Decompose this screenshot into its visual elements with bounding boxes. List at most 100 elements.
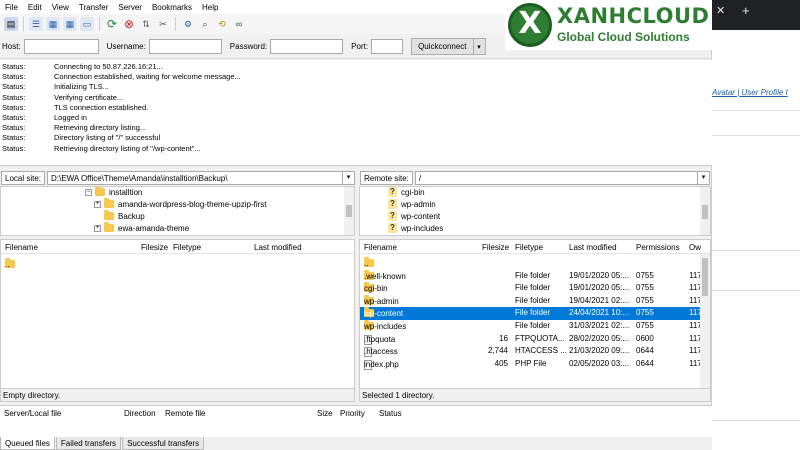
col-server-local-file[interactable]: Server/Local file [4, 409, 61, 418]
col-filesize[interactable]: Filesize [482, 243, 509, 252]
remote-file-row[interactable]: .well-known File folder 19/01/2020 05:... 0… [360, 269, 710, 283]
compare-icon[interactable]: ⟲ [215, 17, 229, 31]
collapse-icon[interactable]: − [85, 188, 92, 196]
remote-tree-node[interactable]: ? wp-includes [388, 222, 443, 234]
col-priority[interactable]: Priority [340, 409, 365, 418]
menu-file[interactable]: File [0, 3, 23, 12]
remote-tree-node[interactable]: ? wp-content [388, 210, 440, 222]
scrollbar-thumb[interactable] [702, 205, 708, 219]
scrollbar-thumb[interactable] [346, 205, 352, 217]
local-site-bar: Local site: D:\EWA Office\Theme\Amanda\i… [1, 170, 355, 185]
local-tree-label: installtion [109, 187, 143, 197]
remote-file-size: 2,744 [487, 346, 508, 356]
remote-tree-scrollbar[interactable] [700, 187, 710, 235]
col-permissions[interactable]: Permissions [636, 243, 680, 252]
process-queue-icon[interactable]: ⇅ [139, 17, 153, 31]
remote-tree-label: wp-admin [401, 199, 436, 209]
disconnect-icon[interactable]: ✂ [156, 17, 170, 31]
remote-path-input[interactable]: / [414, 170, 698, 185]
toggle-remote-tree-icon[interactable]: ▦ [63, 17, 77, 31]
scrollbar-thumb[interactable] [702, 258, 708, 296]
menu-edit[interactable]: Edit [23, 3, 47, 12]
col-size[interactable]: Size [317, 409, 333, 418]
filter-icon[interactable]: ⚙ [181, 17, 195, 31]
remote-list-scrollbar[interactable] [700, 254, 710, 388]
refresh-icon[interactable]: ⟳ [105, 17, 119, 31]
unknown-folder-icon: ? [388, 211, 397, 221]
username-input[interactable] [148, 39, 222, 54]
expand-icon[interactable]: + [94, 200, 101, 208]
remote-tree-node[interactable]: ? wp-admin [388, 198, 436, 210]
log-row: Status: Logged in [2, 113, 710, 123]
divider [712, 250, 800, 251]
remote-tree-label: cgi-bin [401, 187, 425, 197]
log-kind: Status: [2, 92, 26, 102]
remote-file-row[interactable]: index.php 405 PHP File 02/05/2020 03:... 064… [360, 358, 710, 371]
remote-file-row[interactable]: wp-includes File folder 31/03/2021 02:... 0… [360, 320, 710, 333]
local-tree-scrollbar[interactable] [344, 187, 354, 235]
col-direction[interactable]: Direction [124, 409, 156, 418]
remote-file-label: wp-content [364, 309, 404, 319]
remote-file-row[interactable]: wp-admin File folder 19/04/2021 02:... 0755… [360, 294, 710, 308]
log-kind: Status: [2, 123, 26, 133]
menu-bookmarks[interactable]: Bookmarks [147, 3, 197, 12]
port-input[interactable] [371, 39, 404, 54]
remote-file-perm: 0644 [636, 346, 654, 356]
port-label: Port: [351, 42, 369, 51]
local-tree-node[interactable]: Backup [104, 210, 145, 222]
col-filetype[interactable]: Filetype [515, 243, 543, 252]
remote-file-row[interactable]: wp-content File folder 24/04/2021 10:... 07… [360, 307, 710, 320]
toggle-log-icon[interactable]: ☰ [29, 17, 43, 31]
col-owner[interactable]: Ow [689, 243, 701, 252]
site-manager-icon[interactable]: ▤ [4, 17, 18, 31]
local-path-input[interactable]: D:\EWA Office\Theme\Amanda\installtion\B… [47, 170, 343, 185]
remote-tree-node[interactable]: ? cgi-bin [388, 187, 425, 198]
local-path-dropdown-icon[interactable]: ▾ [343, 170, 355, 185]
tab-failed-transfers[interactable]: Failed transfers [55, 437, 122, 450]
local-tree-node[interactable]: + amanda-wordpress-blog-theme-upzip-first [94, 198, 267, 210]
binoculars-icon[interactable]: ∞ [232, 17, 246, 31]
menu-help[interactable]: Help [197, 3, 223, 12]
menu-server[interactable]: Server [113, 3, 147, 12]
menu-view[interactable]: View [47, 3, 74, 12]
toggle-queue-icon[interactable]: ▭ [80, 17, 94, 31]
local-file-row[interactable]: .. [1, 258, 354, 271]
log-row: Status: Directory listing of "/" successf… [2, 133, 710, 143]
toggle-local-tree-icon[interactable]: ▦ [46, 17, 60, 31]
password-input[interactable] [270, 39, 344, 54]
local-tree-node[interactable]: − installtion [85, 187, 143, 198]
divider [712, 110, 800, 111]
quickconnect-button[interactable]: Quickconnect [411, 38, 474, 55]
col-remote-file[interactable]: Remote file [165, 409, 205, 418]
tab-queued-files[interactable]: Queued files [0, 437, 55, 450]
search-remote-icon[interactable]: ⌕ [198, 17, 212, 31]
local-list-header: Filename Filesize Filetype Last modified [1, 240, 354, 254]
remote-file-row[interactable]: cgi-bin File folder 19/01/2020 05:... 0755 1… [360, 282, 710, 295]
col-filename[interactable]: Filename [5, 243, 38, 252]
remote-file-row[interactable]: .ftpquota 16 FTPQUOTA... 28/02/2020 05:... 0… [360, 333, 710, 346]
host-input[interactable] [23, 39, 99, 54]
remote-file-modified: 19/01/2020 05:... [569, 270, 630, 280]
menu-transfer[interactable]: Transfer [74, 3, 114, 12]
quickconnect-dropdown-icon[interactable]: ▾ [473, 38, 486, 55]
new-tab-icon[interactable]: + [742, 3, 750, 18]
close-tab-icon[interactable]: ✕ [716, 4, 725, 17]
tab-successful-transfers[interactable]: Successful transfers [122, 437, 205, 450]
col-filetype[interactable]: Filetype [173, 243, 201, 252]
col-status[interactable]: Status [379, 409, 402, 418]
remote-file-row[interactable]: .. [360, 257, 710, 270]
col-filename[interactable]: Filename [364, 243, 397, 252]
remote-path-dropdown-icon[interactable]: ▾ [698, 170, 710, 185]
log-text: Logged in [54, 112, 87, 122]
user-profile-link[interactable]: Avatar | User Profile I [712, 88, 800, 97]
remote-file-row[interactable]: .htaccess 2,744 HTACCESS ... 21/03/2020 09:… [360, 345, 710, 358]
remote-file-label: cgi-bin [364, 284, 388, 294]
col-last-modified[interactable]: Last modified [254, 243, 302, 252]
local-tree-node[interactable]: + ewa-amanda-theme [94, 222, 189, 234]
remote-file-label: .htaccess [364, 347, 398, 357]
expand-icon[interactable]: + [94, 224, 101, 232]
remote-file-perm: 0644 [636, 358, 654, 368]
col-filesize[interactable]: Filesize [141, 243, 168, 252]
col-last-modified[interactable]: Last modified [569, 243, 617, 252]
cancel-icon[interactable]: ⊗ [122, 17, 136, 31]
